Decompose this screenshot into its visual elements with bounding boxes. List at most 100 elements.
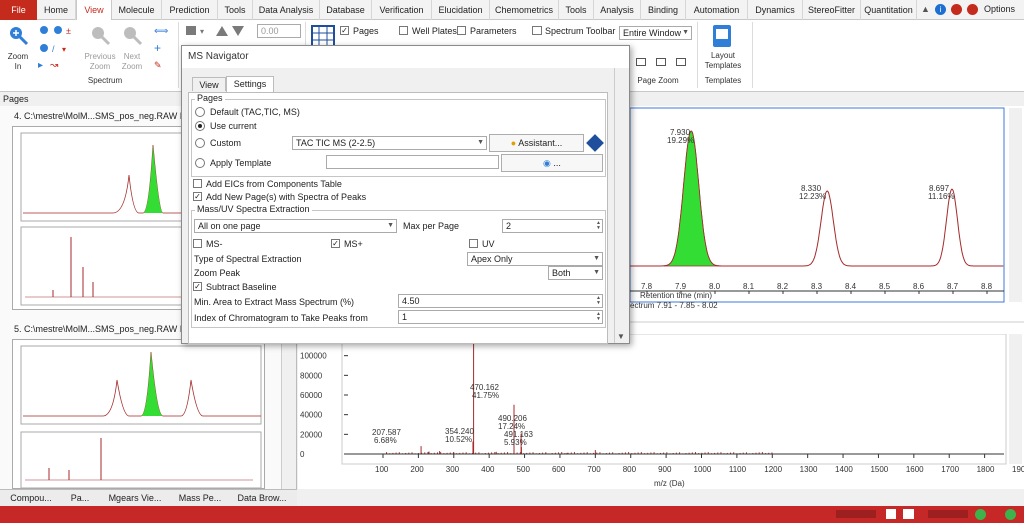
tab-view[interactable]: View bbox=[76, 0, 112, 20]
use-current-label[interactable]: Use current bbox=[210, 121, 257, 131]
fit-page-icon[interactable] bbox=[676, 58, 686, 66]
mass-spectrum-x-tick-label: 500 bbox=[517, 465, 531, 474]
default-option-label[interactable]: Default (TAC,TIC, MS) bbox=[210, 107, 300, 117]
collapse-ribbon-icon[interactable]: ▲ bbox=[921, 4, 930, 14]
page-5-thumbnail[interactable] bbox=[12, 339, 265, 489]
tab-compounds[interactable]: Compou... bbox=[2, 491, 60, 506]
ms-minus-checkbox[interactable] bbox=[193, 239, 202, 248]
tab-pages[interactable]: Pa... bbox=[62, 491, 98, 506]
grid-view-icon[interactable] bbox=[311, 25, 335, 47]
layout-select[interactable]: All on one page ▼ bbox=[194, 219, 397, 233]
parameters-checkbox[interactable] bbox=[457, 26, 466, 35]
tab-molecule[interactable]: Molecule bbox=[112, 0, 162, 20]
default-radio[interactable] bbox=[195, 107, 205, 117]
zoom-tools-icon[interactable]: ± / ▾ ▸ ↝ bbox=[38, 24, 78, 72]
layout-templates-icon[interactable] bbox=[711, 24, 735, 48]
zoom-peak-select[interactable]: Both ▼ bbox=[548, 266, 603, 280]
entire-window-select[interactable]: Entire Window ▼ bbox=[619, 26, 692, 40]
tab-dynamics[interactable]: Dynamics bbox=[748, 0, 803, 20]
browse-template-button[interactable]: ◉ ... bbox=[501, 154, 603, 172]
add-new-pages-checkbox[interactable]: ✓ bbox=[193, 192, 202, 201]
index-chromatogram-label: Index of Chromatogram to Take Peaks from bbox=[194, 313, 368, 323]
use-current-radio[interactable] bbox=[195, 121, 205, 131]
mass-spectrum-scrollbar[interactable] bbox=[1009, 334, 1022, 464]
ms-minus-label[interactable]: MS- bbox=[206, 239, 223, 249]
tab-mass-peaks[interactable]: Mass Pe... bbox=[172, 491, 228, 506]
tab-chemometrics[interactable]: Chemometrics bbox=[490, 0, 559, 20]
print-icon[interactable] bbox=[886, 509, 896, 519]
zoom-in-label[interactable]: Zoom In bbox=[2, 52, 34, 72]
custom-template-select[interactable]: TAC TIC MS (2-2.5) ▼ bbox=[292, 136, 487, 150]
page-4-title[interactable]: 4. C:\mestre\MolM...SMS_pos_neg.RAW Inj.… bbox=[14, 111, 197, 121]
fit-height-icon[interactable] bbox=[656, 58, 666, 66]
tab-settings-dialog[interactable]: Settings bbox=[226, 76, 274, 92]
zoom-value-field[interactable]: 0.00 bbox=[257, 24, 301, 38]
dialog-title[interactable]: MS Navigator bbox=[182, 46, 629, 68]
chromatogram-x-tick-label: 7.8 bbox=[641, 282, 653, 291]
uv-checkbox[interactable] bbox=[469, 239, 478, 248]
custom-label[interactable]: Custom bbox=[210, 138, 241, 148]
tab-data-analysis[interactable]: Data Analysis bbox=[253, 0, 320, 20]
tab-quantitation[interactable]: Quantitation bbox=[861, 0, 917, 20]
tab-verification[interactable]: Verification bbox=[372, 0, 432, 20]
settings-icon[interactable] bbox=[967, 4, 978, 15]
apply-template-label[interactable]: Apply Template bbox=[210, 158, 271, 168]
layout-templates-label[interactable]: Layout Templates bbox=[700, 51, 746, 71]
tab-tools[interactable]: Tools bbox=[218, 0, 253, 20]
menu-bar: File Home View Molecule Prediction Tools… bbox=[0, 0, 1024, 20]
min-area-field[interactable]: 4.50 ▲ ▼ bbox=[398, 294, 603, 308]
help-icon[interactable] bbox=[951, 4, 962, 15]
tab-stereofitter[interactable]: StereoFitter bbox=[803, 0, 861, 20]
tab-database[interactable]: Database bbox=[320, 0, 372, 20]
apply-template-field[interactable] bbox=[326, 155, 499, 169]
chromatogram-x-tick-label: 8.4 bbox=[845, 282, 857, 291]
cursor-tools-icon[interactable]: ⟺ + ✎ bbox=[154, 24, 176, 72]
spinner-icon[interactable]: ▲ ▼ bbox=[596, 296, 601, 306]
tab-elucidation[interactable]: Elucidation bbox=[432, 0, 490, 20]
assistant-button[interactable]: ● Assistant... bbox=[489, 134, 584, 152]
fit-width-icon[interactable] bbox=[636, 58, 646, 66]
type-extraction-value: Apex Only bbox=[471, 254, 513, 264]
tab-analysis[interactable]: Analysis bbox=[594, 0, 641, 20]
spectrum-toolbar-label[interactable]: Spectrum Toolbar bbox=[545, 26, 615, 36]
info-icon[interactable]: i bbox=[935, 4, 946, 15]
file-menu[interactable]: File bbox=[0, 0, 37, 20]
custom-radio[interactable] bbox=[195, 138, 205, 148]
spectrum-toolbar-icon[interactable] bbox=[532, 26, 542, 35]
subtract-baseline-checkbox[interactable]: ✓ bbox=[193, 282, 202, 291]
tab-data-browser[interactable]: Data Brow... bbox=[230, 491, 294, 506]
add-new-pages-label[interactable]: Add New Page(s) with Spectra of Peaks bbox=[206, 192, 366, 202]
mass-spectrum-chart[interactable]: 120000100000800006000040000200000 100200… bbox=[298, 334, 1024, 489]
layout-select-value: All on one page bbox=[198, 221, 261, 231]
tab-prediction[interactable]: Prediction bbox=[162, 0, 218, 20]
pages-checkbox[interactable]: ✓ bbox=[340, 26, 349, 35]
type-extraction-select[interactable]: Apex Only ▼ bbox=[467, 252, 603, 266]
ms-plus-checkbox[interactable]: ✓ bbox=[331, 239, 340, 248]
spinner-icon[interactable]: ▲ ▼ bbox=[596, 221, 601, 231]
subtract-baseline-label[interactable]: Subtract Baseline bbox=[206, 282, 277, 292]
scroll-down-icon[interactable]: ▼ bbox=[617, 332, 625, 341]
well-plates-checkbox[interactable] bbox=[399, 26, 408, 35]
options-menu[interactable]: Options bbox=[984, 4, 1015, 14]
dialog-scrollbar[interactable] bbox=[614, 68, 629, 343]
zoom-in-icon[interactable] bbox=[6, 24, 30, 46]
tab-view-dialog[interactable]: View bbox=[192, 77, 226, 91]
index-chromatogram-field[interactable]: 1 ▲ ▼ bbox=[398, 310, 603, 324]
tab-binding[interactable]: Binding bbox=[641, 0, 686, 20]
spinner-icon[interactable]: ▲ ▼ bbox=[596, 312, 601, 322]
apply-template-radio[interactable] bbox=[195, 158, 205, 168]
ms-plus-label[interactable]: MS+ bbox=[344, 239, 363, 249]
add-eics-label[interactable]: Add EICs from Components Table bbox=[206, 179, 342, 189]
add-eics-checkbox[interactable] bbox=[193, 179, 202, 188]
tab-tools-2[interactable]: Tools bbox=[559, 0, 594, 20]
zoom-peak-label: Zoom Peak bbox=[194, 268, 241, 278]
max-per-page-field[interactable]: 2 ▲ ▼ bbox=[502, 219, 603, 233]
tab-home[interactable]: Home bbox=[37, 0, 76, 20]
chromatogram-scrollbar[interactable] bbox=[1009, 108, 1022, 302]
page-5-title[interactable]: 5. C:\mestre\MolM...SMS_pos_neg.RAW Inj.… bbox=[14, 324, 197, 334]
mail-icon[interactable] bbox=[903, 509, 914, 519]
uv-label[interactable]: UV bbox=[482, 239, 495, 249]
tab-mgears-view[interactable]: Mgears Vie... bbox=[100, 491, 170, 506]
layout-tools-icon[interactable]: ▾ bbox=[186, 24, 246, 38]
tab-automation[interactable]: Automation bbox=[686, 0, 748, 20]
